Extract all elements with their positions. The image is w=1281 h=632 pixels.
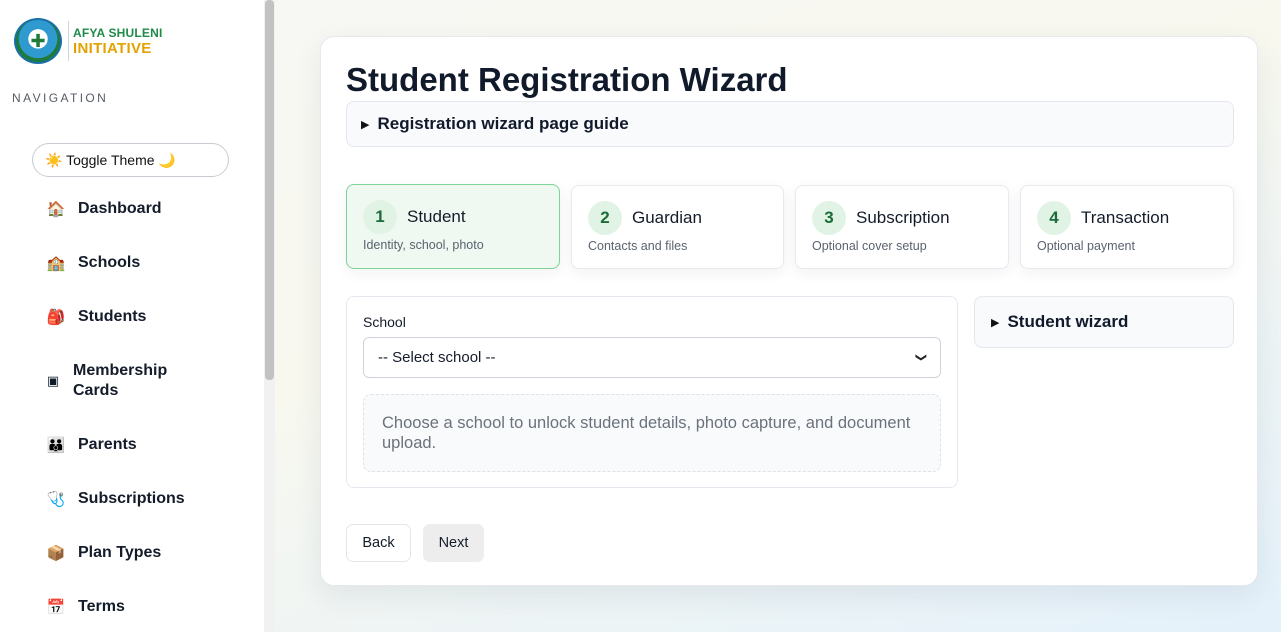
logo-line2: INITIATIVE [73,39,152,57]
step-title: Subscription [856,208,950,227]
school-select-value: -- Select school -- [378,349,496,366]
wizard-step-subscription[interactable]: 3 Subscription Optional cover setup [795,185,1009,269]
calendar-icon: 📅 [46,599,66,616]
sidebar-item-terms[interactable]: 📅 Terms [46,597,125,617]
next-button[interactable]: Next [423,524,484,562]
wizard-step-transaction[interactable]: 4 Transaction Optional payment [1020,185,1234,269]
step-subtitle: Optional payment [1037,239,1135,253]
card-icon: ▣ [46,373,60,388]
sidebar-item-label: Terms [78,598,125,615]
family-icon: 👪 [46,437,66,454]
page-guide-toggle[interactable]: ▶ Registration wizard page guide [346,101,1234,147]
logo-line1: AFYA SHULENI [73,25,163,40]
step-title: Guardian [632,208,702,227]
sidebar-item-subscriptions[interactable]: 🩺 Subscriptions [46,489,185,509]
school-crest-logo-icon: ✚ [14,18,62,64]
step-subtitle: Identity, school, photo [363,238,484,252]
sidebar-item-label: Subscriptions [78,490,185,507]
sidebar-item-label: Parents [78,436,137,453]
disclosure-triangle-icon: ▶ [361,118,370,131]
sidebar-item-membership-cards[interactable]: ▣ Membership Cards [46,361,193,401]
sidebar-scrollbar-thumb[interactable] [265,0,274,380]
logo-text: AFYA SHULENI INITIATIVE [73,27,163,56]
wizard-step-student[interactable]: 1 Student Identity, school, photo [346,184,560,269]
step-subtitle: Contacts and files [588,239,688,253]
wizard-step-guardian[interactable]: 2 Guardian Contacts and files [571,185,784,269]
sidebar-item-label: Plan Types [78,544,162,561]
school-field-label: School [363,314,406,330]
sidebar-item-schools[interactable]: 🏫 Schools [46,253,141,273]
sidebar-item-students[interactable]: 🎒 Students [46,307,147,327]
student-wizard-label: Student wizard [1007,312,1129,331]
sidebar-item-parents[interactable]: 👪 Parents [46,435,137,455]
house-icon: 🏠 [46,201,66,218]
sidebar-item-dashboard[interactable]: 🏠 Dashboard [46,199,162,219]
student-wizard-toggle[interactable]: ▶ Student wizard [974,296,1234,348]
sidebar-item-label: Dashboard [78,200,162,217]
backpack-icon: 🎒 [46,309,66,326]
school-icon: 🏫 [46,255,66,272]
page-guide-label: Registration wizard page guide [377,114,629,133]
logo-divider [68,21,69,61]
step-number: 1 [363,200,397,234]
back-button[interactable]: Back [346,524,411,562]
sidebar-item-label: Students [78,308,147,325]
school-hint: Choose a school to unlock student detail… [363,394,941,472]
step-number: 3 [812,201,846,235]
student-form-panel: School -- Select school -- ❯ Choose a sc… [346,296,958,488]
sidebar-item-label: Schools [78,254,141,271]
disclosure-triangle-icon: ▶ [991,316,1000,329]
step-number: 4 [1037,201,1071,235]
step-subtitle: Optional cover setup [812,239,927,253]
wizard-card: Student Registration Wizard ▶ Registrati… [320,36,1258,586]
sidebar: ✚ AFYA SHULENI INITIATIVE NAVIGATION ☀️ … [0,0,275,632]
nav-heading: NAVIGATION [12,91,109,105]
stethoscope-icon: 🩺 [46,491,66,508]
school-select[interactable]: -- Select school -- ❯ [363,337,941,378]
package-icon: 📦 [46,545,66,562]
app-logo[interactable]: ✚ AFYA SHULENI INITIATIVE [14,18,163,64]
toggle-theme-button[interactable]: ☀️ Toggle Theme 🌙 [32,143,229,177]
sidebar-item-plan-types[interactable]: 📦 Plan Types [46,543,162,563]
sidebar-item-label: Membership Cards [73,362,168,399]
step-number: 2 [588,201,622,235]
chevron-down-icon: ❯ [914,352,927,363]
step-title: Student [407,207,466,226]
step-title: Transaction [1081,208,1170,227]
page-title: Student Registration Wizard [346,61,788,98]
